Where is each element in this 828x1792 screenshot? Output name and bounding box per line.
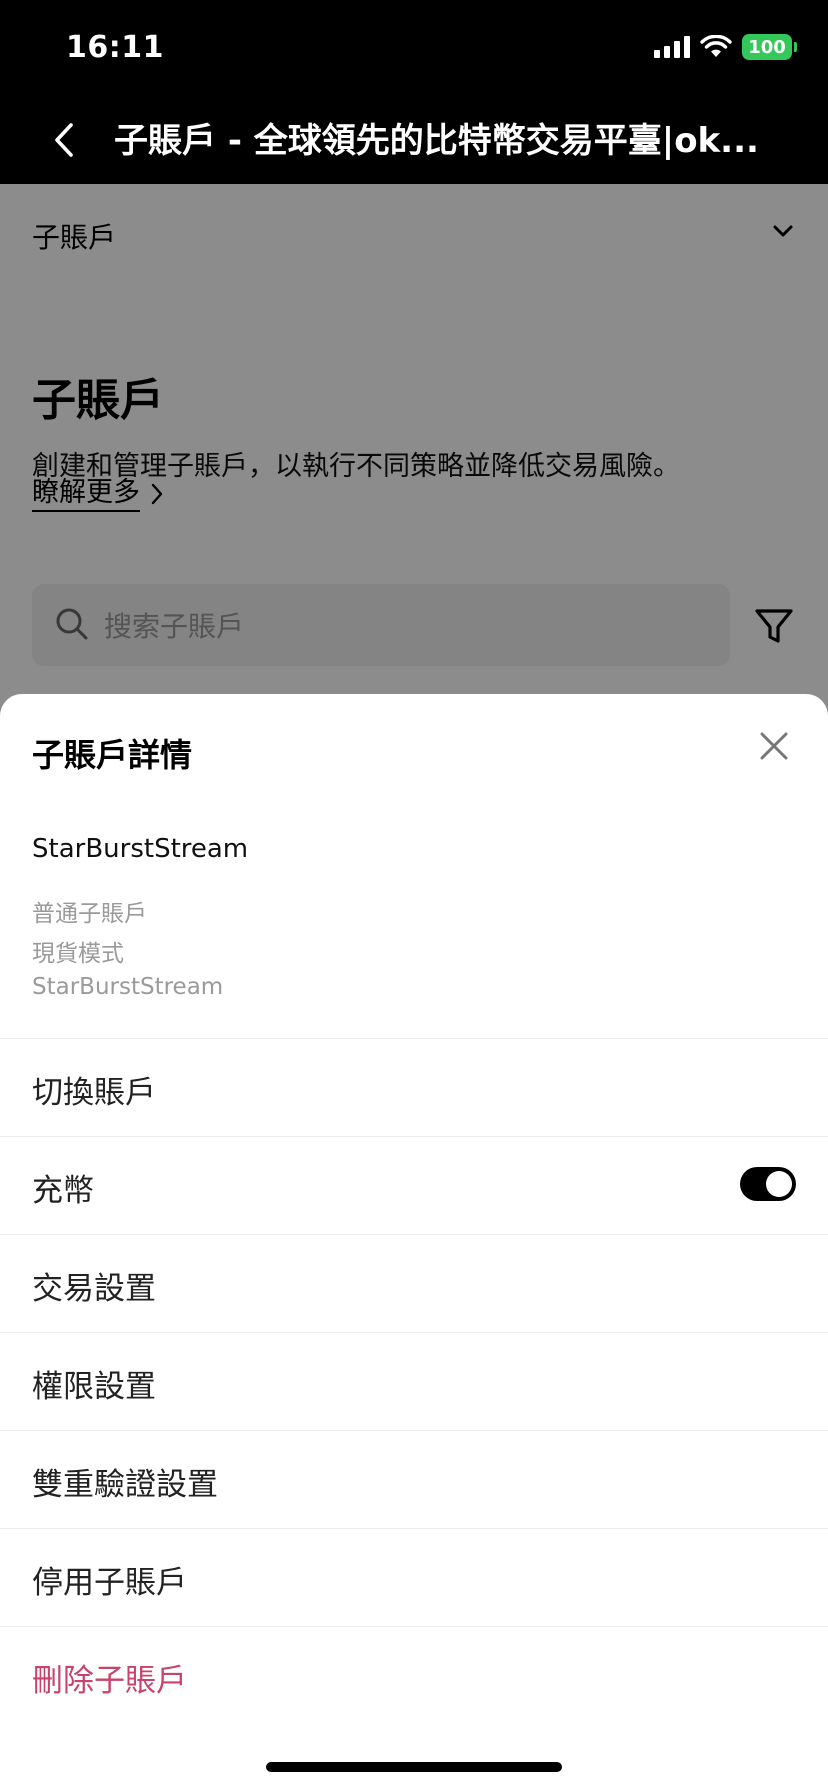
nav-bar: 子賬戶 - 全球領先的比特幣交易平臺|ok... (0, 100, 828, 184)
two-factor-settings-label: 雙重驗證設置 (32, 1467, 218, 1503)
status-bar: 16:11 100 (0, 0, 828, 100)
delete-account-row[interactable]: 刪除子賬戶 (0, 1627, 828, 1724)
disable-account-row[interactable]: 停用子賬戶 (0, 1529, 828, 1626)
chevron-left-icon (55, 123, 73, 157)
account-name: StarBurstStream (32, 834, 249, 864)
account-label: StarBurstStream (32, 974, 224, 1000)
wifi-icon (700, 35, 732, 57)
two-factor-settings-row[interactable]: 雙重驗證設置 (0, 1431, 828, 1528)
deposit-row: 充幣 (0, 1137, 828, 1234)
deposit-toggle[interactable] (740, 1167, 796, 1201)
page-title: 子賬戶 - 全球領先的比特幣交易平臺|ok... (114, 121, 759, 161)
status-icons: 100 (654, 34, 797, 60)
disable-account-label: 停用子賬戶 (32, 1565, 187, 1601)
deposit-label: 充幣 (32, 1173, 94, 1209)
trade-settings-label: 交易設置 (32, 1271, 156, 1307)
permission-settings-label: 權限設置 (32, 1369, 156, 1405)
switch-account-row[interactable]: 切換賬戶 (0, 1039, 828, 1136)
status-time: 16:11 (66, 30, 164, 65)
account-mode: 現貨模式 (32, 941, 124, 967)
battery-icon: 100 (742, 34, 797, 60)
sheet-title: 子賬戶詳情 (32, 736, 193, 774)
trade-settings-row[interactable]: 交易設置 (0, 1235, 828, 1332)
account-type: 普通子賬戶 (32, 901, 147, 927)
switch-account-label: 切換賬戶 (32, 1075, 156, 1111)
delete-account-label: 刪除子賬戶 (32, 1663, 187, 1699)
home-indicator (266, 1762, 562, 1772)
permission-settings-row[interactable]: 權限設置 (0, 1333, 828, 1430)
back-button[interactable] (44, 118, 84, 162)
subaccount-details-sheet: 子賬戶詳情 StarBurstStream 普通子賬戶 現貨模式 StarBur… (0, 694, 828, 1792)
cellular-signal-icon (654, 36, 690, 58)
toggle-knob (766, 1171, 792, 1197)
close-icon[interactable] (756, 728, 792, 764)
screen: 16:11 100 子賬戶 - 全球領先的比特幣交易平臺|ok... 子賬戶 子… (0, 0, 828, 1792)
